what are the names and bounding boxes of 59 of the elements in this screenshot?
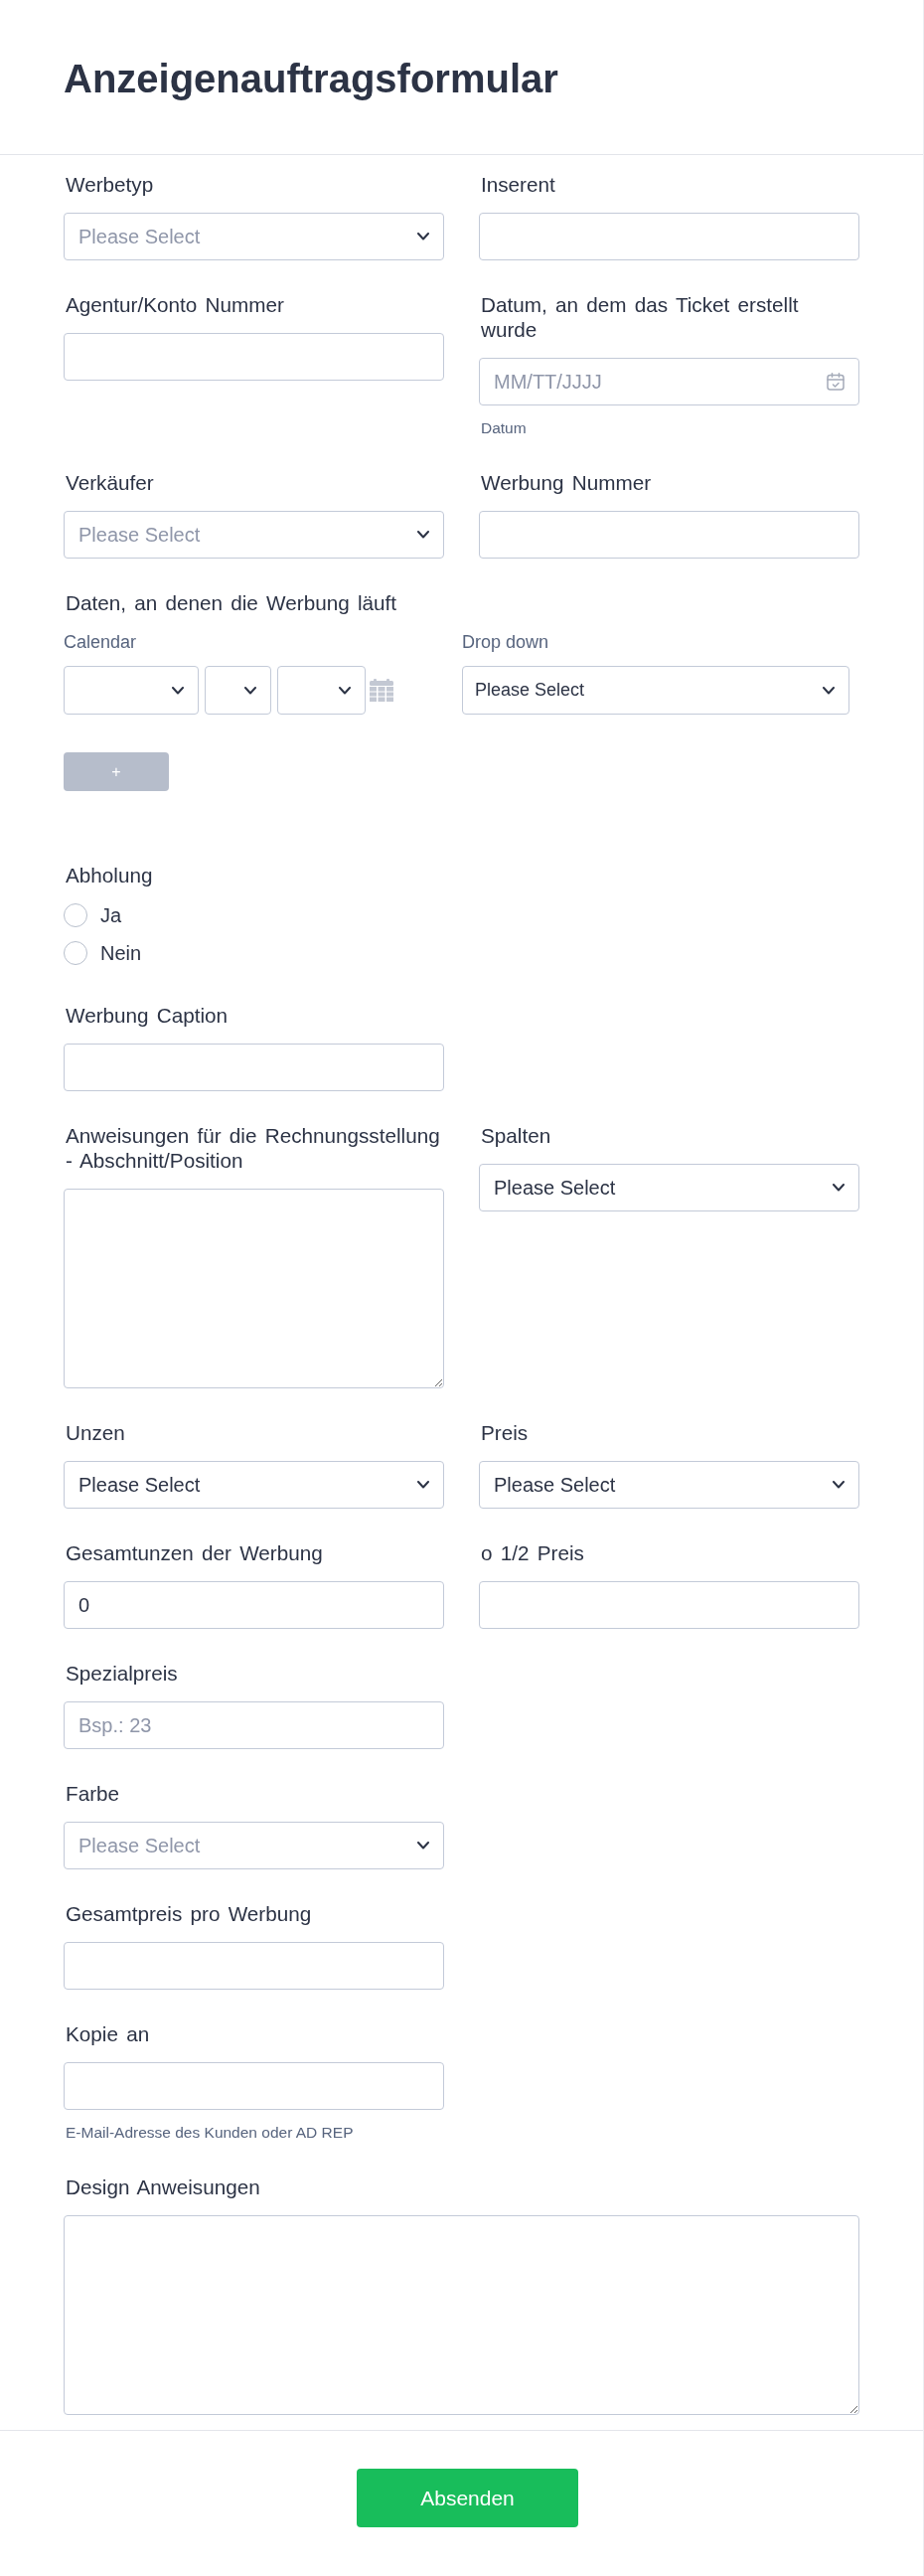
text-input[interactable] — [479, 1581, 859, 1629]
text-input[interactable]: Bsp.: 23 — [64, 1701, 444, 1749]
field-label: Preis — [481, 1420, 530, 1445]
field-label: Gesamtpreis pro Werbung — [66, 1901, 313, 1926]
dropdown[interactable] — [205, 666, 271, 715]
text-input[interactable] — [479, 213, 859, 260]
dropdown[interactable]: Please Select — [64, 1461, 444, 1509]
chevron-down-icon — [172, 686, 184, 695]
chevron-down-icon — [417, 233, 429, 241]
form-title: Anzeigenauftragsformular — [64, 55, 558, 102]
chevron-down-icon — [417, 1481, 429, 1489]
field-label: Werbetyp — [66, 172, 155, 197]
field-label: Daten, an denen die Werbung läuft — [66, 590, 397, 615]
radio-button[interactable] — [64, 903, 87, 927]
text-area[interactable] — [64, 1189, 444, 1388]
chevron-down-icon — [833, 1481, 845, 1489]
text-input[interactable] — [64, 333, 444, 381]
dropdown[interactable]: Please Select — [462, 666, 849, 715]
field-label: Werbung Nummer — [481, 470, 653, 495]
option-label[interactable]: Nein — [100, 941, 142, 965]
field-sublabel: Calendar — [64, 631, 138, 653]
dropdown[interactable]: Please Select — [479, 1164, 859, 1211]
field-label: Werbung Caption — [66, 1003, 230, 1028]
field-hint: E-Mail-Adresse des Kunden oder AD REP — [66, 2123, 355, 2143]
dropdown[interactable]: Please Select — [479, 1461, 859, 1509]
field-label: Design Anweisungen — [66, 2174, 261, 2199]
chevron-down-icon — [244, 686, 256, 695]
option-label[interactable]: Ja — [100, 903, 122, 927]
text-area[interactable] — [64, 2215, 859, 2415]
field-label: Kopie an — [66, 2021, 151, 2046]
field-label: Agentur/Konto Nummer — [66, 292, 285, 317]
field-hint: Datum — [481, 418, 528, 438]
text-input[interactable]: 0 — [64, 1581, 444, 1629]
field-label: Unzen — [66, 1420, 126, 1445]
field-label: Abholung — [66, 863, 154, 887]
field-label: o 1/2 Preis — [481, 1540, 585, 1565]
text-input[interactable] — [64, 1942, 444, 1990]
field-label: Gesamtunzen der Werbung — [66, 1540, 324, 1565]
chevron-down-icon — [417, 531, 429, 539]
field-label: Spezialpreis — [66, 1661, 179, 1686]
chevron-down-icon — [339, 686, 351, 695]
calendar-icon[interactable] — [827, 373, 845, 391]
text-input[interactable] — [479, 511, 859, 559]
field-sublabel: Drop down — [462, 631, 550, 653]
radio-button[interactable] — [64, 941, 87, 965]
chevron-down-icon — [833, 1184, 845, 1192]
chevron-down-icon — [417, 1842, 429, 1850]
field-label: Datum, an dem das Ticket erstellt wurde — [481, 292, 800, 342]
field-label: Farbe — [66, 1781, 121, 1806]
field-label: Inserent — [481, 172, 556, 197]
dropdown[interactable] — [277, 666, 366, 715]
field-label: Spalten — [481, 1123, 552, 1148]
field-label: Anweisungen für die Rechnungsstellung - Abschnitt/Position — [66, 1123, 441, 1173]
text-input[interactable] — [64, 2062, 444, 2110]
dropdown[interactable] — [64, 666, 199, 715]
text-input[interactable] — [64, 1044, 444, 1091]
chevron-down-icon — [823, 686, 835, 695]
field-label: Verkäufer — [66, 470, 155, 495]
calendar-icon[interactable] — [370, 679, 393, 702]
